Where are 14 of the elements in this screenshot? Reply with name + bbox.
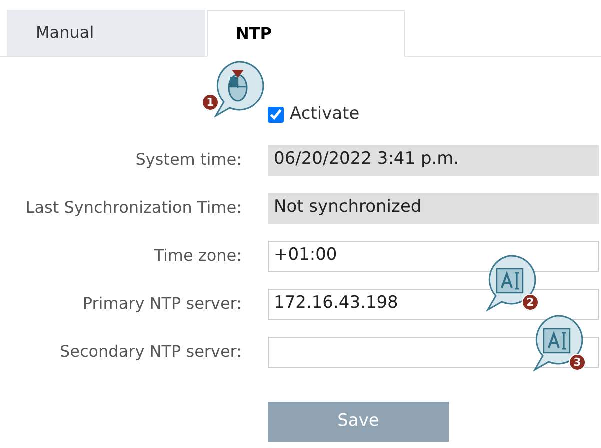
readonly-field: 06/20/2022 3:41 p.m.: [268, 144, 599, 176]
activate-checkbox[interactable]: [268, 106, 284, 123]
input-field[interactable]: +01:00: [268, 240, 599, 272]
readonly-field: Not synchronized: [268, 192, 599, 224]
tab[interactable]: NTP: [207, 10, 405, 57]
field-label: Primary NTP server:: [82, 293, 242, 315]
activate-label: Activate: [290, 103, 360, 126]
step-number: 1: [202, 94, 219, 111]
tab[interactable]: Manual: [7, 10, 205, 56]
field-label: System time:: [134, 149, 242, 171]
activate-checkbox-row[interactable]: Activate: [268, 102, 601, 128]
field-label: Last Synchronization Time:: [24, 197, 242, 219]
field-label: Time zone:: [153, 245, 242, 267]
field-label: Secondary NTP server:: [58, 341, 242, 363]
